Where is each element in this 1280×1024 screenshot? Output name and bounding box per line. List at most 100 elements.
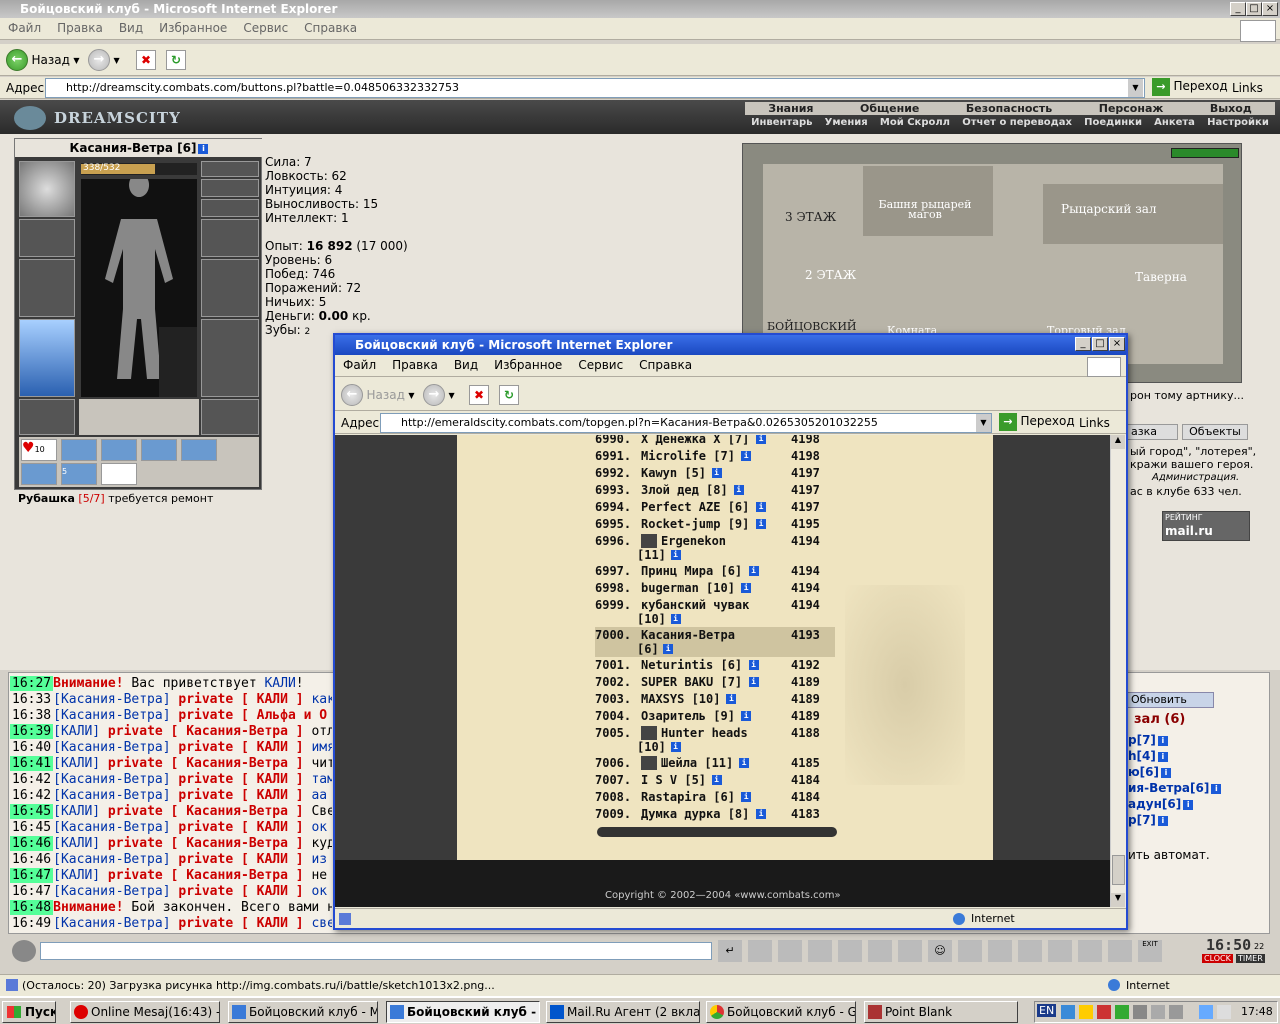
face-icon[interactable] <box>1018 940 1042 962</box>
popup-go-button[interactable]: Переход <box>1021 414 1075 428</box>
chat-time[interactable]: 16:38 <box>10 708 53 723</box>
pet-slot[interactable] <box>159 327 197 397</box>
rating-name[interactable]: Х Денежка Х [7] <box>641 435 749 446</box>
info-icon[interactable]: i <box>741 451 752 461</box>
rating-name[interactable]: SUPER BAKU [7] <box>641 675 742 689</box>
task-pointblank[interactable]: Point Blank <box>864 1001 1018 1023</box>
smile-icon[interactable]: ☺ <box>928 940 952 962</box>
info-icon[interactable]: i <box>741 583 752 593</box>
send-icon[interactable]: ↵ <box>718 940 742 962</box>
weapon-left-slot[interactable] <box>19 259 75 317</box>
chat-time[interactable]: 16:49 <box>10 916 53 931</box>
gloves-slot[interactable] <box>201 219 259 257</box>
speaker-icon[interactable] <box>1169 1005 1183 1019</box>
chat-text[interactable]: ок <box>311 884 327 899</box>
info-icon[interactable]: i <box>756 809 766 819</box>
bracer-slot[interactable] <box>19 219 75 257</box>
chat-text[interactable]: [КАЛИ] <box>53 724 100 739</box>
rating-name[interactable]: Думка дурка [8] <box>641 807 749 821</box>
chat-time[interactable]: 16:47 <box>10 868 54 883</box>
rating-name[interactable]: Neturintis [6] <box>641 658 742 672</box>
nav-my-scroll[interactable]: Мой Скролл <box>880 116 950 129</box>
rating-level[interactable]: [10] <box>637 612 666 626</box>
info-icon[interactable]: i <box>756 435 766 444</box>
chat-time[interactable]: 16:41 <box>10 756 54 771</box>
rating-name[interactable]: I S V [5] <box>641 773 706 787</box>
chat-text[interactable]: аа <box>311 788 327 803</box>
chat-time[interactable]: 16:33 <box>10 692 53 707</box>
address-dropdown-icon[interactable]: ▼ <box>1128 79 1143 97</box>
popup-menu-edit[interactable]: Правка <box>384 355 446 375</box>
chat-text[interactable]: [КАЛИ] <box>53 868 100 883</box>
popup-stop-icon[interactable]: ✖ <box>469 385 489 405</box>
popup-links-button[interactable]: Links <box>1079 416 1110 430</box>
tray-icon[interactable] <box>1133 1005 1147 1019</box>
room-user[interactable]: р[7] <box>1128 733 1156 747</box>
scroll-slot[interactable]: 5 <box>61 463 97 485</box>
rating-name[interactable]: Hunter heads <box>661 726 748 740</box>
nav-character[interactable]: Персонаж <box>1099 102 1164 115</box>
rating-name[interactable]: Злой дед [8] <box>641 483 728 497</box>
chat-text[interactable]: как <box>311 692 332 707</box>
info-icon[interactable]: i <box>670 742 681 752</box>
exit-icon[interactable]: EXIT <box>1138 940 1162 962</box>
info-icon[interactable]: i <box>726 694 737 704</box>
rating-name[interactable]: bugerman [10] <box>641 581 735 595</box>
character-name[interactable]: Касания-Ветра [6] <box>70 141 197 155</box>
tray-icon[interactable] <box>1097 1005 1111 1019</box>
menu-tools[interactable]: Сервис <box>235 18 296 38</box>
objects-tab[interactable]: Объекты <box>1182 424 1248 440</box>
info-icon[interactable]: i <box>663 644 674 654</box>
rating-name[interactable]: Касания-Ветра <box>641 628 735 642</box>
nav-skills[interactable]: Умения <box>825 116 868 129</box>
taskbar-clock[interactable]: 17:48 <box>1241 1005 1273 1018</box>
rating-name[interactable]: Принц Мира [6] <box>641 564 742 578</box>
rings-slot[interactable] <box>201 199 259 217</box>
rating-name[interactable]: MAXSYS [10] <box>641 692 720 706</box>
language-indicator[interactable]: EN <box>1037 1004 1057 1017</box>
chat-text[interactable]: имя <box>311 740 332 755</box>
forward-arrow-icon[interactable]: → <box>88 49 110 71</box>
info-icon[interactable]: i <box>739 758 749 768</box>
rating-level[interactable]: [6] <box>637 642 659 656</box>
menu-file[interactable]: Файл <box>0 18 49 38</box>
clan-emblem-icon[interactable] <box>641 756 657 770</box>
sound-icon[interactable] <box>898 940 922 962</box>
chat-text[interactable]: [Касания-Ветра] <box>53 852 170 867</box>
potion-slot[interactable] <box>101 463 137 485</box>
info-icon[interactable]: i <box>1160 767 1171 778</box>
chat-time[interactable]: 16:40 <box>10 740 53 755</box>
earring-slot[interactable] <box>201 161 259 177</box>
popup-menu-help[interactable]: Справка <box>631 355 700 375</box>
chat-text[interactable]: [Касания-Ветра] <box>53 740 170 755</box>
links-button[interactable]: Links <box>1232 81 1263 95</box>
chat-text[interactable]: [Касания-Ветра] <box>53 708 170 723</box>
chat-text[interactable]: [Касания-Ветра] <box>53 820 170 835</box>
info-icon[interactable]: i <box>756 519 766 529</box>
refresh-room-button[interactable]: Обновить <box>1126 692 1214 708</box>
popup-go-arrow-icon[interactable]: → <box>999 413 1017 431</box>
armor-slot[interactable] <box>19 319 75 397</box>
info-icon[interactable]: i <box>1183 799 1194 810</box>
menu-view[interactable]: Вид <box>111 18 151 38</box>
room-user[interactable]: ю[6] <box>1128 765 1159 779</box>
rating-name[interactable]: Rocket-jump [9] <box>641 517 749 531</box>
room-user[interactable]: ия-Ветра[6] <box>1128 781 1209 795</box>
chat-time[interactable]: 16:45 <box>10 820 53 835</box>
tray-icon[interactable] <box>1217 1005 1231 1019</box>
menu-edit[interactable]: Правка <box>49 18 111 38</box>
clear-icon[interactable] <box>748 940 772 962</box>
chat-text[interactable]: [КАЛИ] <box>53 804 100 819</box>
room-user[interactable]: адун[6] <box>1128 797 1181 811</box>
popup-refresh-icon[interactable]: ↻ <box>499 385 519 405</box>
popup-back-label[interactable]: Назад <box>367 388 405 402</box>
task-ie-1[interactable]: Бойцовский клуб - Micr... <box>228 1001 378 1023</box>
rating-name[interactable]: кубанский чувак <box>641 598 749 612</box>
helmet-slot[interactable] <box>19 161 75 217</box>
menu-help[interactable]: Справка <box>296 18 365 38</box>
helmet-icon[interactable] <box>1048 940 1072 962</box>
nav-profile[interactable]: Анкета <box>1154 116 1195 129</box>
close-button[interactable]: × <box>1262 2 1278 16</box>
nav-security[interactable]: Безопасность <box>966 102 1052 115</box>
info-icon[interactable]: i <box>711 775 722 785</box>
